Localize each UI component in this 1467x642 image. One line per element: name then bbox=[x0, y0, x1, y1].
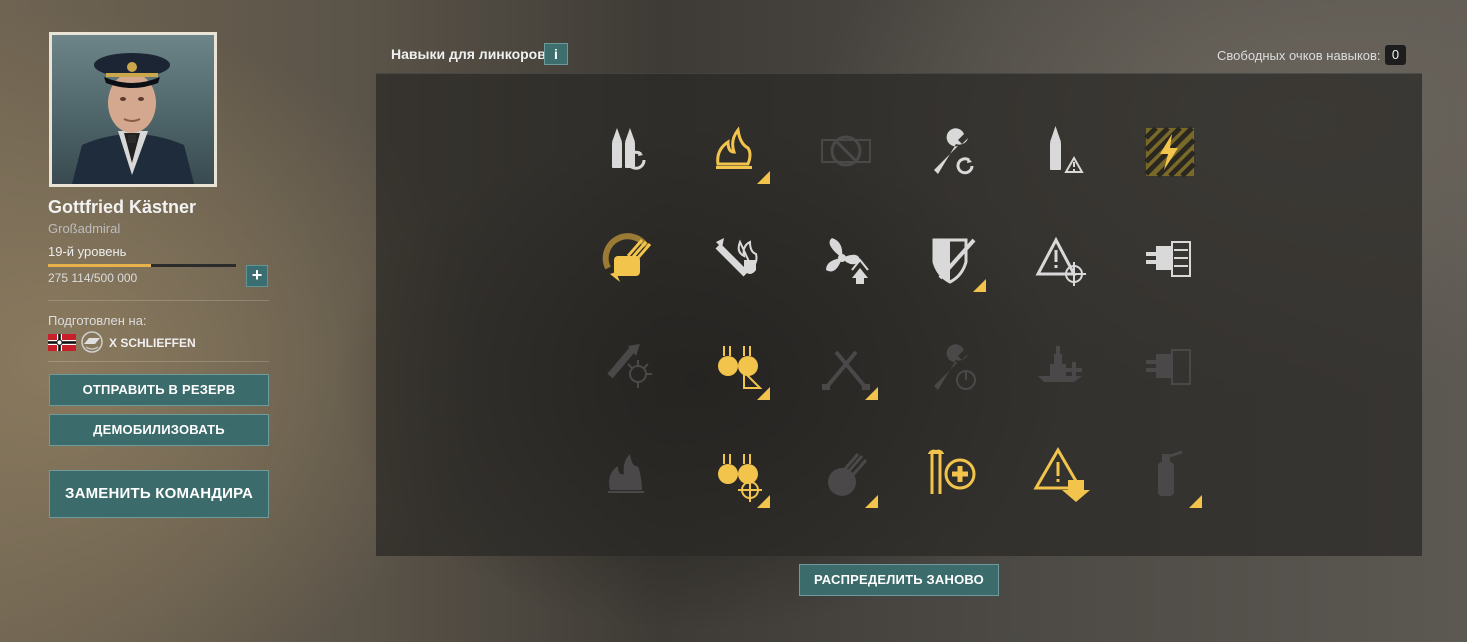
xp-progress-bar bbox=[48, 264, 236, 267]
skills-grid bbox=[376, 73, 1422, 556]
shell-warning-icon[interactable] bbox=[1030, 120, 1094, 184]
demobilize-button[interactable]: ДЕМОБИЛИЗОВАТЬ bbox=[49, 414, 269, 446]
divider bbox=[48, 361, 269, 362]
upgrade-corner-icon bbox=[757, 171, 770, 184]
xp-total: 500 000 bbox=[93, 271, 138, 285]
upgrade-corner-icon bbox=[1189, 495, 1202, 508]
turret-traverse-icon[interactable] bbox=[598, 228, 662, 292]
warning-crosshair-icon[interactable] bbox=[1030, 228, 1094, 292]
upgrade-corner-icon bbox=[865, 495, 878, 508]
redistribute-button[interactable]: РАСПРЕДЕЛИТЬ ЗАНОВО bbox=[799, 564, 999, 596]
commander-rank: Großadmiral bbox=[48, 221, 121, 236]
turret-traverse-icon-glyph bbox=[602, 233, 652, 282]
battleship-plus-icon[interactable] bbox=[1030, 336, 1094, 400]
flak-burst-icon-glyph bbox=[607, 344, 652, 388]
xp-progress-fill bbox=[48, 264, 152, 267]
aa-crosshair-icon[interactable] bbox=[706, 444, 770, 508]
burning-shield-icon-glyph bbox=[715, 238, 758, 277]
upgrade-corner-icon bbox=[757, 387, 770, 400]
upgrade-corner-icon bbox=[973, 279, 986, 292]
add-xp-button[interactable]: + bbox=[246, 265, 268, 287]
germany-flag-icon bbox=[48, 334, 76, 351]
crossed-tools-icon[interactable] bbox=[814, 336, 878, 400]
aa-guns-icon[interactable] bbox=[706, 336, 770, 400]
no-entry-icon[interactable] bbox=[814, 120, 878, 184]
turret-locked-icon[interactable] bbox=[814, 444, 878, 508]
fire-icon[interactable] bbox=[706, 120, 770, 184]
flak-burst-icon[interactable] bbox=[598, 336, 662, 400]
wrench-reload-icon[interactable] bbox=[922, 120, 986, 184]
upgrade-corner-icon bbox=[757, 495, 770, 508]
upgrade-corner-icon bbox=[865, 387, 878, 400]
xp-readout: 275 114/500 000 bbox=[48, 271, 137, 285]
commander-name: Gottfried Kästner bbox=[48, 197, 197, 217]
commander-portrait bbox=[49, 32, 217, 187]
armor-shield-icon[interactable] bbox=[922, 228, 986, 292]
no-entry-icon-glyph bbox=[821, 135, 871, 167]
lightning-hazard-icon[interactable] bbox=[1138, 120, 1202, 184]
lightning-hazard-icon-glyph bbox=[1144, 126, 1196, 178]
secondary-locked-icon[interactable] bbox=[1138, 336, 1202, 400]
reserve-button[interactable]: ОТПРАВИТЬ В РЕЗЕРВ bbox=[49, 374, 269, 406]
burning-shield-icon[interactable] bbox=[706, 228, 770, 292]
skills-panel-title: Навыки для линкоров bbox=[391, 46, 546, 62]
shell-warning-icon-glyph bbox=[1050, 126, 1084, 173]
ship-name: X SCHLIEFFEN bbox=[109, 336, 196, 350]
extinguisher-icon[interactable] bbox=[1138, 444, 1202, 508]
warning-down-icon[interactable] bbox=[1030, 444, 1094, 508]
repair-plus-icon[interactable] bbox=[922, 444, 986, 508]
battleship-badge-icon bbox=[80, 331, 104, 353]
repair-plus-icon-glyph bbox=[928, 449, 976, 494]
propeller-icon[interactable] bbox=[814, 228, 878, 292]
trained-label: Подготовлен на: bbox=[48, 313, 147, 328]
replace-commander-button[interactable]: ЗАМЕНИТЬ КОМАНДИРА bbox=[49, 470, 269, 518]
shells-reload-icon-glyph bbox=[612, 128, 646, 170]
secondary-locked-icon-glyph bbox=[1146, 349, 1191, 385]
free-points-value: 0 bbox=[1385, 45, 1406, 65]
secondary-battery-icon[interactable] bbox=[1138, 228, 1202, 292]
free-points-label: Свободных очков навыков: bbox=[1217, 48, 1381, 63]
wrench-reload-icon-glyph bbox=[934, 128, 974, 175]
battleship-plus-icon-glyph bbox=[1038, 346, 1082, 382]
shells-reload-icon[interactable] bbox=[598, 120, 662, 184]
warning-crosshair-icon-glyph bbox=[1035, 236, 1086, 286]
warning-down-icon-glyph bbox=[1033, 447, 1090, 502]
info-button[interactable]: i bbox=[544, 43, 568, 65]
propeller-icon-glyph bbox=[826, 238, 869, 284]
divider bbox=[48, 300, 269, 301]
xp-current: 275 114 bbox=[48, 271, 91, 285]
fire-burst-icon[interactable] bbox=[598, 444, 662, 508]
secondary-battery-icon-glyph bbox=[1146, 241, 1191, 277]
commander-level: 19-й уровень bbox=[48, 244, 127, 259]
fire-burst-icon-glyph bbox=[608, 454, 644, 493]
wrench-gauge-icon[interactable] bbox=[922, 336, 986, 400]
wrench-gauge-icon-glyph bbox=[934, 344, 976, 390]
